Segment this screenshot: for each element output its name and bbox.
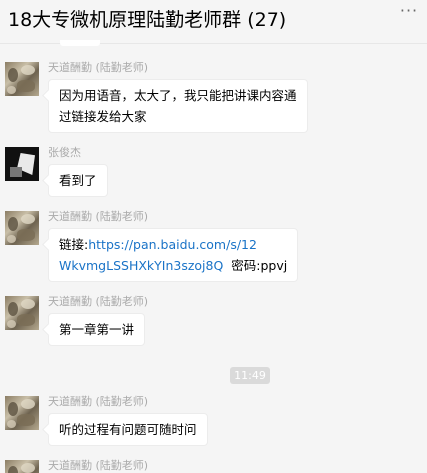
message-text: 看到了	[59, 173, 97, 188]
message-bubble[interactable]: 链接:https://pan.baidu.com/s/12 WkvmgLSSHX…	[48, 228, 299, 282]
avatar[interactable]	[5, 147, 39, 181]
share-link[interactable]: https://pan.baidu.com/s/12	[88, 237, 257, 252]
message-text: 因为用语音，太大了，我只能把讲课内容通	[59, 88, 297, 103]
sender-name[interactable]: 天道酬勤 (陆勤老师)	[48, 459, 148, 473]
chat-title: 18大专微机原理陆勤老师群 (27)	[8, 9, 287, 31]
message-text: 第一章第一讲	[59, 322, 135, 337]
more-icon[interactable]: ···	[397, 3, 421, 22]
avatar[interactable]	[5, 62, 39, 96]
message-text: 听的过程有问题可随时问	[59, 422, 197, 437]
sender-name[interactable]: 天道酬勤 (陆勤老师)	[48, 61, 148, 75]
link-label: 链接:	[59, 237, 89, 252]
sender-name[interactable]: 天道酬勤 (陆勤老师)	[48, 395, 148, 409]
message-bubble[interactable]: 看到了	[48, 164, 108, 197]
message-text: 过链接发给大家	[59, 109, 147, 124]
avatar[interactable]	[5, 296, 39, 330]
time-separator: 11:49	[230, 367, 270, 384]
message-bubble[interactable]: 听的过程有问题可随时问	[48, 413, 208, 446]
avatar[interactable]	[5, 211, 39, 245]
chat-header: 18大专微机原理陆勤老师群 (27) ···	[0, 0, 427, 44]
message-bubble[interactable]: 因为用语音，太大了，我只能把讲课内容通 过链接发给大家	[48, 79, 308, 133]
chat-window: 18大专微机原理陆勤老师群 (27) ··· 天道酬勤 (陆勤老师) 因为用语音…	[0, 0, 427, 473]
password-text: 密码:ppvj	[231, 258, 288, 273]
sender-name[interactable]: 天道酬勤 (陆勤老师)	[48, 210, 148, 224]
message-bubble[interactable]: 第一章第一讲	[48, 313, 146, 346]
avatar[interactable]	[5, 396, 39, 430]
sender-name[interactable]: 天道酬勤 (陆勤老师)	[48, 295, 148, 309]
sender-name[interactable]: 张俊杰	[48, 146, 81, 160]
previous-message-stub	[60, 40, 100, 46]
avatar[interactable]	[5, 460, 39, 473]
share-link-continued[interactable]: WkvmgLSSHXkYIn3szoj8Q	[59, 258, 223, 273]
